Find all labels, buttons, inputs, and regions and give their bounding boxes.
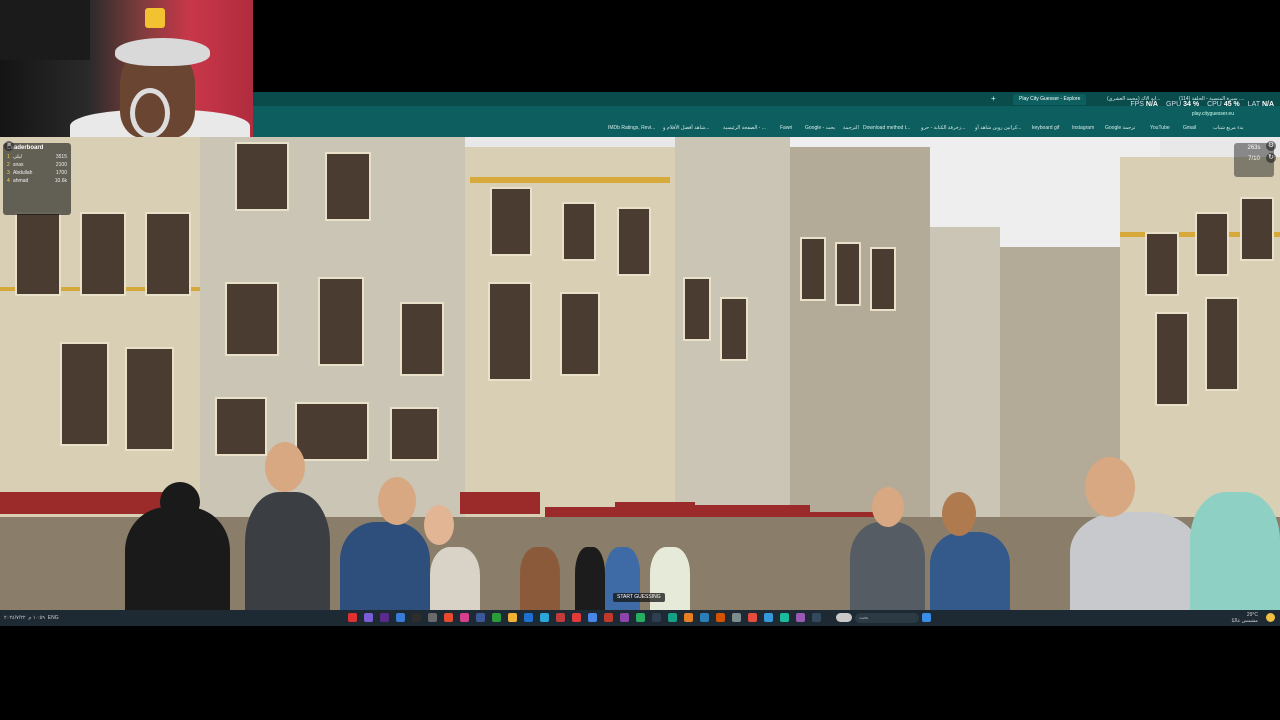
tab-strip: + Play City Guesser - Explore (محمد العش… bbox=[253, 92, 1280, 106]
leaderboard-name: Abdullah bbox=[13, 170, 33, 176]
bookmarks-bar: IMDb Ratings, Revi... شاهد أفضل الأفلام … bbox=[253, 122, 1280, 135]
bookmark-item[interactable]: IMDb Ratings, Revi... bbox=[608, 122, 655, 135]
lat-value: N/A bbox=[1261, 101, 1274, 108]
app-icon[interactable] bbox=[700, 613, 709, 622]
street-view-panorama[interactable] bbox=[0, 137, 1280, 610]
taskbar-time: ١٠:٥٩ م bbox=[28, 615, 45, 621]
bookmark-item[interactable]: Download method t... bbox=[863, 122, 910, 135]
widget-icon[interactable] bbox=[836, 613, 852, 622]
app-icon[interactable] bbox=[396, 613, 405, 622]
leaderboard-name: ليلى bbox=[13, 154, 22, 160]
leaderboard-score: 2100 bbox=[55, 162, 67, 168]
menu-icon[interactable]: ≡ bbox=[4, 141, 14, 151]
app-icon[interactable] bbox=[428, 613, 437, 622]
taskbar: ١٠:٥٩ م ٢٠٢٤/٧/٢٢ ENG بحث 29°C مشمس غالب… bbox=[0, 610, 1280, 626]
browser-chrome: + Play City Guesser - Explore (محمد العش… bbox=[253, 92, 1280, 137]
taskbar-left: ١٠:٥٩ م ٢٠٢٤/٧/٢٢ ENG bbox=[4, 610, 59, 626]
lightbox-icon bbox=[145, 8, 165, 28]
bookmark-item[interactable]: Fawri bbox=[780, 122, 792, 135]
settings-icon[interactable]: ⚙ bbox=[1266, 141, 1276, 151]
app-icon[interactable] bbox=[556, 613, 565, 622]
leaderboard-name: ahmad bbox=[13, 178, 29, 184]
bookmark-item[interactable]: Instagram bbox=[1072, 122, 1094, 135]
app-icon[interactable] bbox=[748, 613, 757, 622]
gpu-label: GPU bbox=[1165, 101, 1182, 108]
new-tab-button[interactable]: + bbox=[991, 94, 996, 104]
leaderboard-score: 1700 bbox=[55, 170, 67, 176]
app-icon[interactable] bbox=[476, 613, 485, 622]
app-icon[interactable] bbox=[348, 613, 357, 622]
app-icon[interactable] bbox=[652, 613, 661, 622]
start-guessing-button[interactable]: START GUESSING bbox=[613, 593, 665, 602]
app-icon[interactable] bbox=[620, 613, 629, 622]
leaderboard-score: 10.6k bbox=[54, 178, 67, 184]
cpu-label: CPU bbox=[1207, 101, 1222, 108]
app-icon[interactable] bbox=[524, 613, 533, 622]
windows-start-icon[interactable] bbox=[922, 613, 931, 622]
app-icon[interactable] bbox=[636, 613, 645, 622]
app-icon[interactable] bbox=[460, 613, 469, 622]
taskbar-date: ٢٠٢٤/٧/٢٢ bbox=[4, 615, 26, 621]
url-text: play.cityguesser.eu bbox=[1191, 111, 1234, 117]
leaderboard-panel: Leaderboard 1 ليلى 3515 2 snax 2100 3 Ab… bbox=[3, 143, 71, 215]
app-icon[interactable] bbox=[492, 613, 501, 622]
lat-label: LAT bbox=[1247, 101, 1260, 108]
leaderboard-row: 2 snax 2100 bbox=[3, 161, 71, 169]
bookmark-item[interactable]: بدء مريع شباب bbox=[1213, 122, 1244, 135]
app-icon[interactable] bbox=[716, 613, 725, 622]
bookmark-item[interactable]: زخرفة الكتابة - حرو... bbox=[921, 122, 965, 135]
app-icon[interactable] bbox=[684, 613, 693, 622]
streamer-webcam bbox=[0, 0, 253, 141]
bookmark-item[interactable]: keyboard gif bbox=[1032, 122, 1059, 135]
leaderboard-row: 4 ahmad 10.6k bbox=[3, 177, 71, 185]
app-icon[interactable] bbox=[380, 613, 389, 622]
leaderboard-name: snax bbox=[13, 162, 24, 168]
app-icon[interactable] bbox=[572, 613, 581, 622]
app-icon[interactable] bbox=[540, 613, 549, 622]
bookmark-item[interactable]: YouTube bbox=[1150, 122, 1170, 135]
app-icon[interactable] bbox=[604, 613, 613, 622]
app-icon[interactable] bbox=[588, 613, 597, 622]
gpu-value: 34 % bbox=[1183, 101, 1200, 108]
weather-desc: مشمس غالبًا bbox=[1231, 618, 1259, 624]
bookmark-item[interactable]: شاهد أفضل الأفلام و... bbox=[663, 122, 709, 135]
address-bar[interactable]: play.cityguesser.eu bbox=[259, 109, 1274, 119]
leaderboard-row: 3 Abdullah 1700 bbox=[3, 169, 71, 177]
bookmark-item[interactable]: Google - بحث bbox=[805, 122, 835, 135]
app-icon[interactable] bbox=[780, 613, 789, 622]
headphones-icon bbox=[130, 88, 170, 138]
fps-value: N/A bbox=[1145, 101, 1158, 108]
leaderboard-score: 3515 bbox=[55, 154, 67, 160]
app-icon[interactable] bbox=[732, 613, 741, 622]
bookmark-item[interactable]: كراتين روين شاهد أو... bbox=[975, 122, 1021, 135]
fps-label: FPS bbox=[1130, 101, 1144, 108]
app-icon[interactable] bbox=[668, 613, 677, 622]
tab-city-guesser[interactable]: Play City Guesser - Explore bbox=[1013, 94, 1087, 105]
bookmark-item[interactable]: Gmail bbox=[1183, 122, 1196, 135]
app-icon[interactable] bbox=[412, 613, 421, 622]
leaderboard-row: 1 ليلى 3515 bbox=[3, 153, 71, 161]
refresh-icon[interactable]: ↻ bbox=[1266, 153, 1276, 163]
bookmark-item[interactable]: الصفحة الرئيسية - ... bbox=[723, 122, 766, 135]
app-icon[interactable] bbox=[444, 613, 453, 622]
app-icon[interactable] bbox=[364, 613, 373, 622]
taskbar-search[interactable]: بحث bbox=[855, 613, 919, 623]
weather-icon bbox=[1266, 613, 1275, 622]
app-icon[interactable] bbox=[508, 613, 517, 622]
bookmark-item[interactable]: Google ترجمة bbox=[1105, 122, 1135, 135]
bookmark-item[interactable]: الترجمة bbox=[843, 122, 859, 135]
app-icon[interactable] bbox=[812, 613, 821, 622]
chrome-icon[interactable] bbox=[764, 613, 773, 622]
app-icon[interactable] bbox=[796, 613, 805, 622]
cpu-value: 45 % bbox=[1223, 101, 1240, 108]
weather-widget[interactable]: 29°C مشمس غالبًا bbox=[1232, 612, 1259, 624]
language-indicator[interactable]: ENG bbox=[48, 615, 59, 621]
